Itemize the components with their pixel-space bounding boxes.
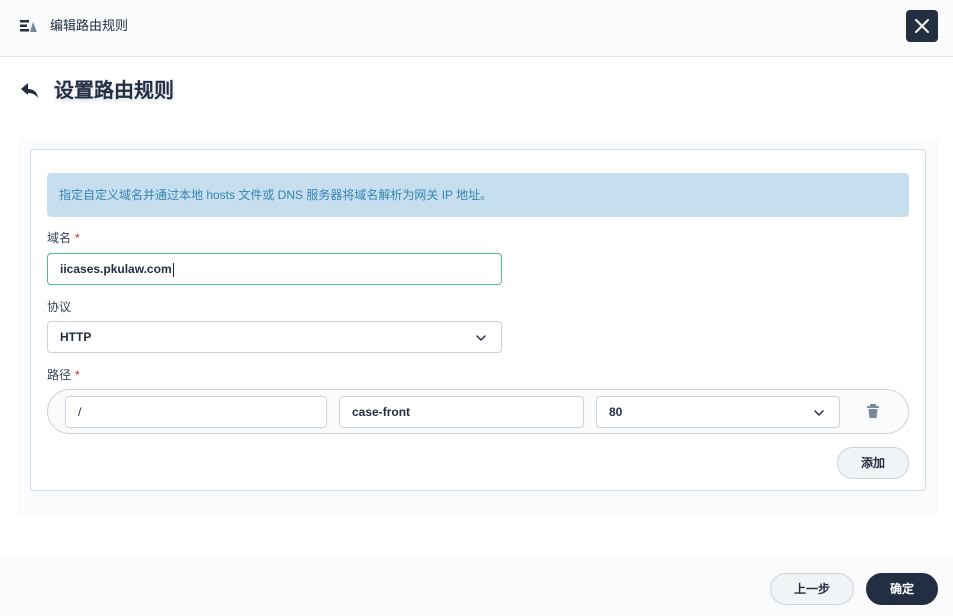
port-select[interactable]: 80 — [596, 396, 840, 428]
chevron-down-icon — [476, 335, 486, 341]
path-input[interactable]: / — [65, 396, 327, 428]
protocol-label: 协议 — [47, 300, 72, 314]
domain-label-text: 域名 — [47, 231, 72, 245]
back-arrow-icon[interactable] — [20, 81, 40, 101]
text-caret — [172, 262, 174, 277]
route-rules-icon — [20, 20, 37, 32]
info-banner: 指定自定义域名并通过本地 hosts 文件或 DNS 服务器将域名解析为网关 I… — [47, 173, 909, 217]
previous-step-button[interactable]: 上一步 — [770, 573, 854, 605]
dialog-title: 编辑路由规则 — [50, 18, 129, 33]
port-select-value: 80 — [609, 405, 623, 419]
close-icon — [915, 19, 929, 33]
add-path-button[interactable]: 添加 — [837, 447, 909, 479]
path-label: 路径 * — [47, 368, 80, 382]
domain-input-value: iicases.pkulaw.com — [60, 262, 172, 276]
required-mark: * — [75, 368, 80, 382]
chevron-down-icon — [814, 410, 824, 416]
required-mark: * — [75, 231, 80, 245]
dialog-titlebar: 编辑路由规则 — [0, 0, 953, 57]
trash-icon[interactable] — [865, 403, 881, 419]
close-button[interactable] — [906, 10, 938, 42]
service-input[interactable]: case-front — [339, 396, 584, 428]
protocol-select[interactable]: HTTP — [47, 321, 502, 353]
page-title: 设置路由规则 — [54, 80, 174, 102]
domain-input[interactable]: iicases.pkulaw.com — [47, 253, 502, 285]
protocol-select-value: HTTP — [60, 330, 92, 344]
confirm-button[interactable]: 确定 — [866, 573, 938, 605]
domain-label: 域名 * — [47, 231, 80, 245]
path-label-text: 路径 — [47, 368, 72, 382]
